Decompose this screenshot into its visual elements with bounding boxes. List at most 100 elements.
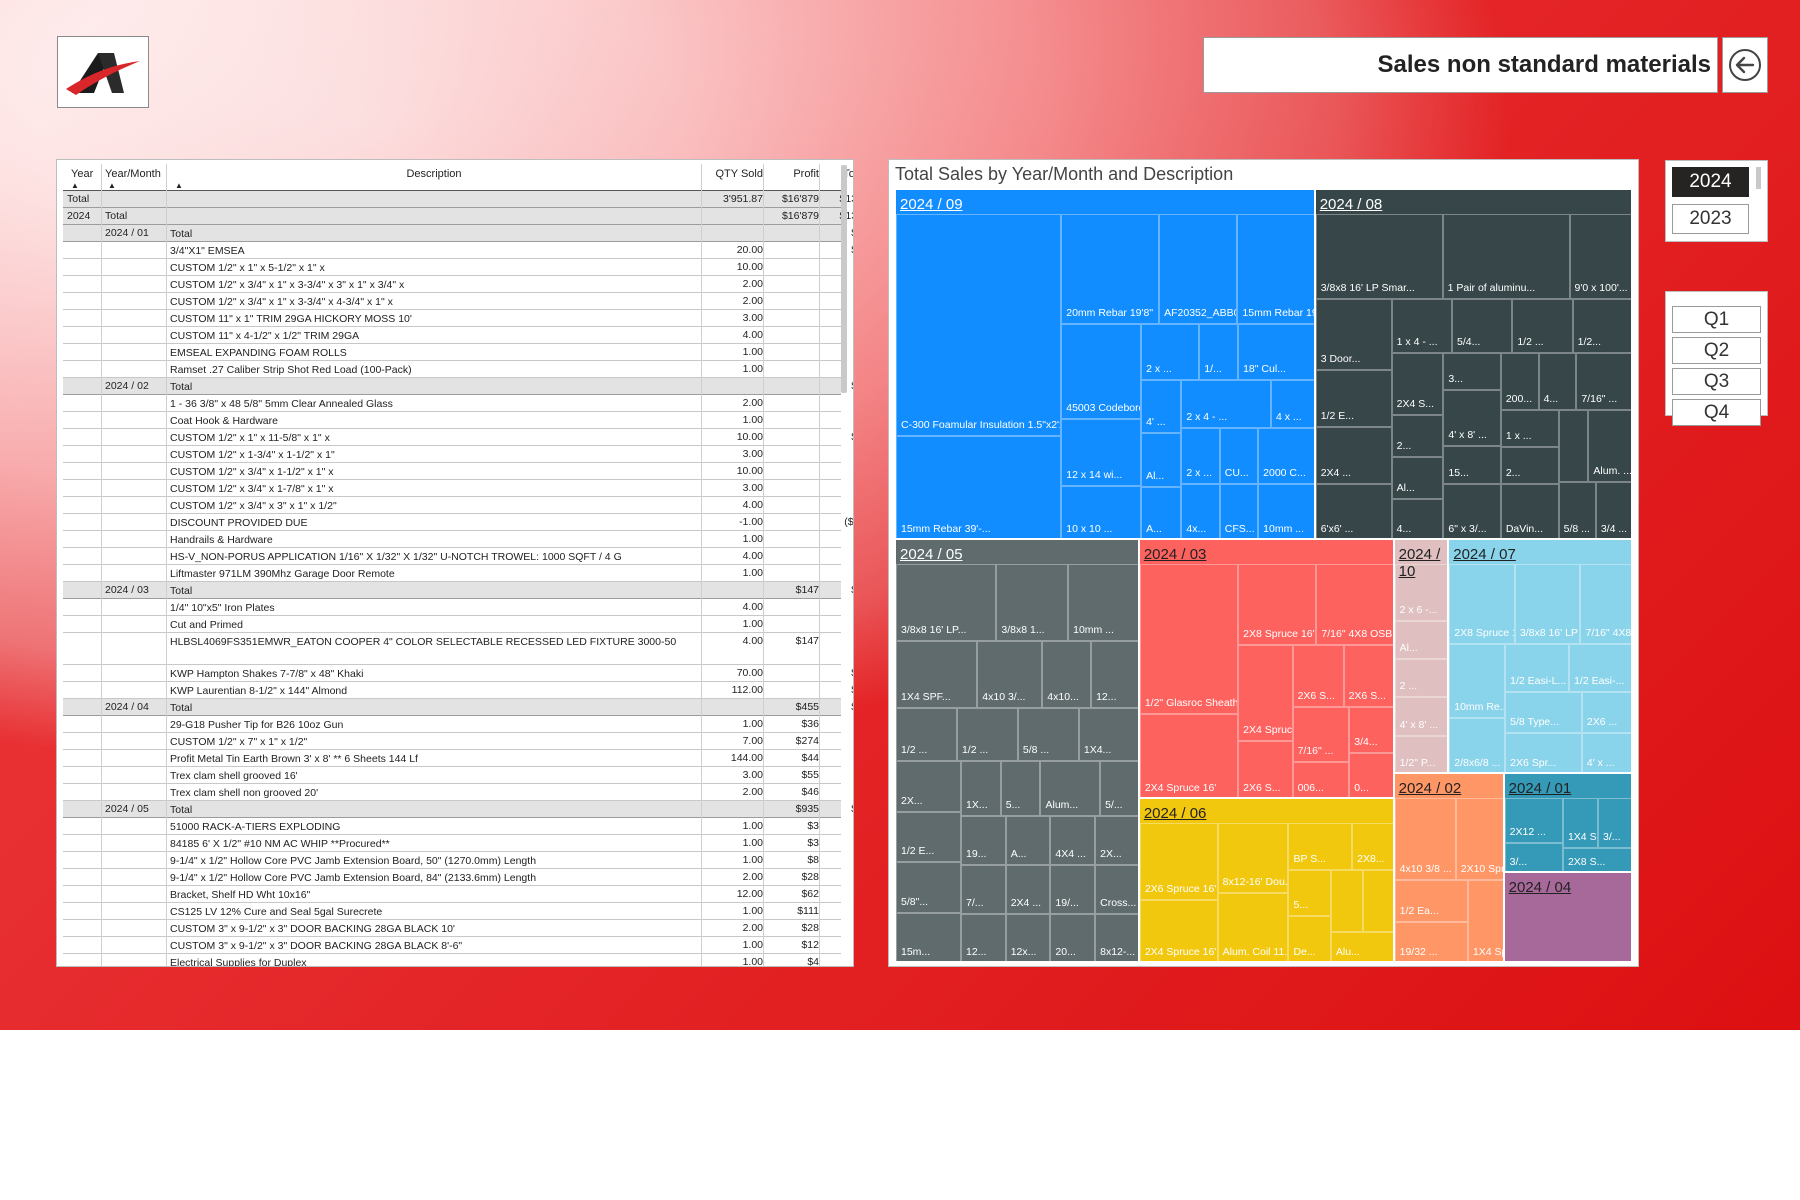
treemap-tile[interactable]: 12x... [1005,914,1051,961]
treemap-group[interactable]: 2X12 ... 3/... 1X4 S... 3/... 2X8 S... 2024 /… [1503,772,1632,872]
treemap-tile[interactable]: 45003 Codebord SO... [1061,324,1142,419]
treemap-tile[interactable]: Cross... [1095,865,1138,915]
treemap-tile[interactable]: 6'x6' ... [1315,483,1392,539]
treemap-tile[interactable]: 12 x 14 wi... [1061,418,1142,487]
treemap-tile[interactable]: 19/... [1050,865,1096,915]
table-row[interactable]: KWP Laurentian 8-1/2" x 144" Almond 112.0… [63,682,853,699]
treemap-group[interactable]: 4x10 3/8 ... 2X10 Spr... 1/2 Ea... 19/32 ..… [1393,772,1504,962]
treemap-tile[interactable]: 2... [1391,415,1444,457]
treemap-tile[interactable]: 4x10 3/8 ... [1394,797,1456,881]
treemap-tile[interactable]: 7/16" 4X8 OS... [1580,564,1631,644]
treemap-tile[interactable]: 4' x 8' ... [1443,390,1501,447]
year-slicer-scrollbar[interactable] [1756,167,1761,189]
col-header-year[interactable]: Year [71,168,93,180]
treemap-tile[interactable]: 12... [961,914,1006,961]
treemap-tile[interactable]: 1X4 SPF... [896,640,978,708]
table-row[interactable]: 1 - 36 3/8" x 48 5/8" 5mm Clear Annealed… [63,395,841,412]
table-row[interactable]: CUSTOM 1/2" x 3/4" x 1-1/2" x 1" x10.00$… [63,463,841,480]
table-row[interactable]: Profit Metal Tin Earth Brown 3' x 8' ** … [63,750,841,767]
treemap-tile[interactable]: 15... [1443,446,1501,485]
treemap-tile[interactable]: 4X4 ... [1050,816,1096,866]
treemap-tile[interactable]: CU... [1219,427,1259,485]
table-row[interactable]: Coat Hook & Hardware1.00$156.74 [63,412,841,429]
treemap-tile[interactable]: AF20352_ABB02035... [1159,214,1238,325]
treemap-tile[interactable]: 2X4 S... [1391,352,1444,416]
treemap-tile[interactable]: 3/... [1504,842,1563,871]
quarter-option-q2[interactable]: Q2 [1672,337,1761,364]
treemap-tile[interactable]: 10 x 10 ... [1061,486,1142,539]
treemap-tile[interactable]: 6" x 3/... [1443,484,1501,539]
treemap-tile[interactable]: Al... [1391,456,1444,499]
treemap-tile[interactable]: 2X4 Spruce 16' [1139,713,1239,798]
table-row[interactable]: Trex clam shell non grooved 20'2.00$46$3… [63,784,841,801]
treemap-tile[interactable]: 2 x ... [1181,427,1220,485]
treemap-tile[interactable]: 7/16" ... [1576,352,1631,410]
treemap-tile[interactable]: 2X10 Spr... [1455,797,1503,881]
treemap-tile[interactable]: 10mm ... [1068,564,1138,641]
treemap-group[interactable]: 2X6 Spruce 16' 2X4 Spruce 16' 8x12-16' Dou… [1138,798,1394,962]
treemap-tile[interactable]: 2X8 Spruce 1... [1449,564,1515,644]
treemap-tile[interactable]: 4x10 3/... [977,640,1043,708]
treemap-tile[interactable]: 1/2 Easi-L... [1505,643,1570,693]
back-button[interactable] [1722,37,1768,93]
treemap-tile[interactable]: 4' x ... [1581,732,1631,772]
treemap-tile[interactable]: Al... [1394,621,1448,660]
table-row[interactable]: HS-V_NON-PORUS APPLICATION 1/16" X 1/32"… [63,548,841,565]
treemap-tile[interactable]: 1/2 E... [896,811,962,863]
treemap-tile[interactable]: 1X... [961,761,1001,817]
table-row[interactable]: 1/4" 10"x5" Iron Plates4.00$105.00 [63,599,841,616]
table-total-row[interactable]: 2024 / 05 Total $935$5'808.12 [63,801,853,818]
year-option-2024[interactable]: 2024 [1672,167,1749,197]
treemap-tile[interactable]: 1/2 Ea... [1394,880,1468,922]
quarter-option-q3[interactable]: Q3 [1672,368,1761,395]
treemap-tile[interactable]: 3 Door... [1315,298,1392,370]
year-option-2023[interactable]: 2023 [1672,204,1749,234]
treemap-tile[interactable]: 2 x ... [1141,324,1200,380]
treemap-tile[interactable]: 8x12-... [1095,914,1138,961]
treemap-tile[interactable]: 3/8x8 16' LP ... [1514,564,1581,644]
treemap-tile[interactable]: 2X4 Spruce 16' [1139,899,1218,961]
treemap-tile[interactable]: 15mm Rebar 19'8" [1237,214,1314,325]
treemap-tile[interactable]: 15m... [896,912,962,961]
treemap-group[interactable]: C-300 Foamular Insulation 1.5"x2'x8' ...… [895,189,1315,540]
treemap-tile[interactable]: A... [1141,486,1182,539]
treemap-tile[interactable]: 1/... [1199,324,1239,380]
treemap-tile[interactable]: 2X6 Spr... [1505,732,1582,772]
table-row[interactable]: CUSTOM 3" x 9-1/2" x 3" DOOR BACKING 28G… [63,920,841,937]
treemap-group[interactable]: 1/2" Glasroc Sheathin... 2X4 Spruce 16' 2X… [1138,539,1394,799]
treemap-tile[interactable]: 1/2" Glasroc Sheathin... [1139,564,1239,714]
treemap-tile[interactable]: 0... [1349,753,1393,798]
table-row[interactable]: CS125 LV 12% Cure and Seal 5gal Surecret… [63,903,841,920]
treemap-tile[interactable]: 12... [1091,640,1138,708]
treemap-tile[interactable]: 5/4... [1452,298,1513,353]
table-row[interactable]: Liftmaster 971LM 390Mhz Garage Door Remo… [63,565,841,582]
table-row[interactable]: CUSTOM 1/2" x 3/4" x 1" x 3-3/4" x 4-3/4… [63,293,841,310]
treemap-tile[interactable]: 10mm Re... [1449,643,1506,718]
treemap-tile[interactable]: 3/8x8 16' LP... [896,564,997,641]
treemap-tile[interactable]: 7/... [961,865,1006,915]
treemap-tile[interactable]: 18" Cul... [1238,324,1314,380]
treemap-tile[interactable]: 5... [1000,761,1041,817]
treemap-tile[interactable]: BP S... [1288,823,1353,870]
treemap-tile[interactable]: 1/2 ... [1512,298,1573,353]
treemap-tile[interactable]: C-300 Foamular Insulation 1.5"x2'x8' ... [896,214,1062,436]
treemap-tile[interactable]: 3/4... [1349,706,1393,754]
treemap-group[interactable]: 2 x 6 -... Al... 2 ... 4' x 8' ... 1/2" P...… [1393,539,1449,773]
treemap-tile[interactable]: 2X8 S... [1562,847,1631,871]
table-total-row[interactable]: 2024 / 03 Total $147$9'633.44 [63,582,853,599]
treemap-tile[interactable]: 2X6 S... [1292,644,1344,707]
treemap-tile[interactable]: 2X4 ... [1315,426,1392,484]
table-row[interactable]: EMSEAL EXPANDING FOAM ROLLS1.00$56.45 [63,344,841,361]
treemap-tile[interactable]: 15mm Rebar 39'-... [896,435,1062,539]
treemap-tile[interactable]: 5/... [1100,761,1138,817]
col-header-description[interactable]: Description [170,168,698,180]
table-row[interactable]: 84185 6' X 1/2" #10 NM AC WHIP **Procure… [63,835,841,852]
table-row[interactable]: 9-1/4" x 1/2" Hollow Core PVC Jamb Exten… [63,869,841,886]
treemap-tile[interactable]: Alu... [1330,931,1393,961]
treemap-tile[interactable]: 7/16" 4X8 OSB Sh... [1316,564,1393,645]
treemap-tile[interactable]: 2 x 4 - ... [1181,379,1271,428]
quarter-option-q4[interactable]: Q4 [1672,399,1761,426]
treemap-tile[interactable]: 5/8 ... [1558,482,1596,539]
treemap-tile[interactable]: 1X4... [1078,707,1138,762]
col-header-year-month[interactable]: Year/Month [105,168,161,180]
